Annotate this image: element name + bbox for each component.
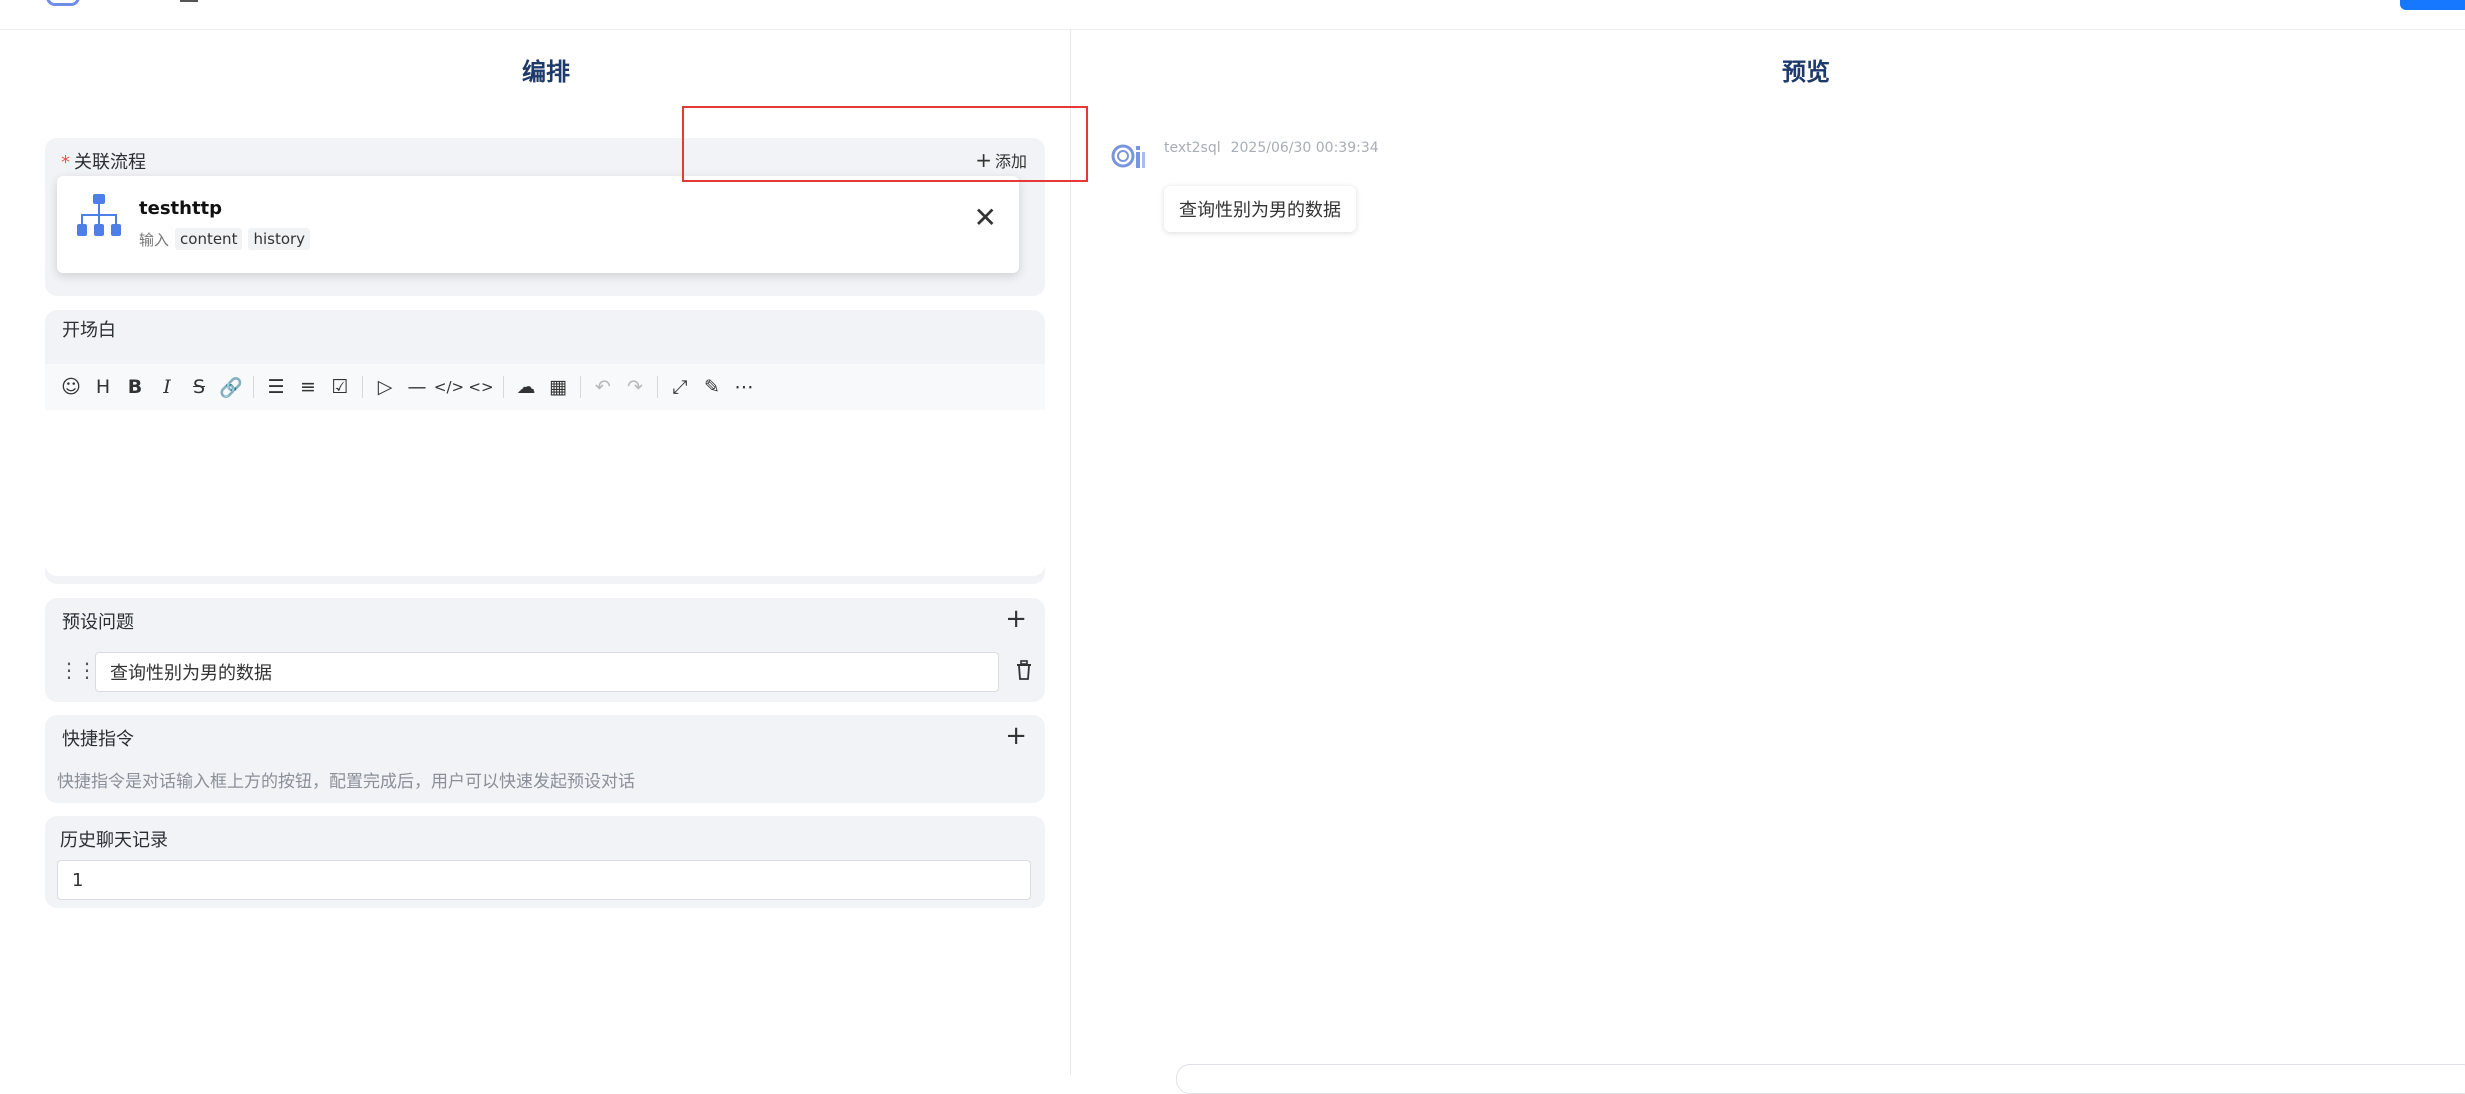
quote-icon[interactable]: ▷ xyxy=(369,371,401,403)
preset-questions-label: 预设问题 xyxy=(62,612,134,633)
opening-label: 开场白 xyxy=(62,320,116,341)
strikethrough-icon[interactable]: S xyxy=(183,371,215,403)
bot-avatar-icon xyxy=(1111,144,1145,168)
toolbar-divider xyxy=(253,376,254,398)
horizontal-rule-icon[interactable]: — xyxy=(401,371,433,403)
fullscreen-icon[interactable]: ⤢ xyxy=(664,371,696,403)
toolbar-divider xyxy=(580,376,581,398)
toolbar-divider xyxy=(657,376,658,398)
highlight-box xyxy=(682,106,1088,182)
inline-code-icon[interactable]: <> xyxy=(465,371,497,403)
bullet-list-icon[interactable]: ☰ xyxy=(260,371,292,403)
add-shortcut-plus-icon[interactable]: + xyxy=(1005,721,1027,751)
bot-name: text2sql xyxy=(1164,140,1221,156)
menu-icon[interactable] xyxy=(180,0,198,2)
shortcuts-card: 快捷指令 + 快捷指令是对话输入框上方的按钮，配置完成后，用户可以快速发起预设对… xyxy=(45,715,1045,803)
top-action-button[interactable] xyxy=(2400,0,2465,10)
more-icon[interactable]: ⋯ xyxy=(728,371,760,403)
opening-editor[interactable] xyxy=(45,410,1045,576)
delete-trash-icon[interactable] xyxy=(1015,660,1033,680)
edit-panel-title: 编排 xyxy=(522,58,570,86)
opening-card: 开场白 ☺ H B I S 🔗 ☰ ≡ ☑ ▷ — </> <> ☁ ▦ ↶ ↷… xyxy=(45,310,1045,584)
redo-icon[interactable]: ↷ xyxy=(619,371,651,403)
history-card: 历史聊天记录 xyxy=(45,816,1045,908)
toolbar-divider xyxy=(362,376,363,398)
checklist-icon[interactable]: ☑ xyxy=(324,371,356,403)
bold-icon[interactable]: B xyxy=(119,371,151,403)
edit-icon[interactable]: ✎ xyxy=(696,371,728,403)
heading-icon[interactable]: H xyxy=(87,371,119,403)
history-label: 历史聊天记录 xyxy=(60,830,168,851)
preset-question-input[interactable] xyxy=(95,652,999,692)
shortcuts-label: 快捷指令 xyxy=(62,729,134,750)
flow-input-tag: history xyxy=(248,228,311,250)
flow-inputs: 输入 content history xyxy=(139,228,311,250)
preset-question-row: ⋮⋮ xyxy=(45,652,1045,692)
ordered-list-icon[interactable]: ≡ xyxy=(292,371,324,403)
italic-icon[interactable]: I xyxy=(151,371,183,403)
toolbar-divider xyxy=(503,376,504,398)
flow-input-tag: content xyxy=(175,228,243,250)
flow-input-label: 输入 xyxy=(139,230,170,249)
preview-panel-title: 预览 xyxy=(1782,58,1830,86)
panel-divider xyxy=(1070,30,1071,1075)
link-icon[interactable]: 🔗 xyxy=(215,371,247,403)
chat-input[interactable] xyxy=(1176,1064,2465,1094)
editor-toolbar: ☺ H B I S 🔗 ☰ ≡ ☑ ▷ — </> <> ☁ ▦ ↶ ↷ ⤢ ✎… xyxy=(45,364,1045,410)
workflow-icon xyxy=(77,194,121,236)
flow-item[interactable]: testhttp 输入 content history ✕ xyxy=(57,176,1019,273)
code-icon[interactable]: </> xyxy=(433,371,465,403)
logo-icon xyxy=(46,0,80,6)
history-count-input[interactable] xyxy=(57,860,1031,900)
message-meta: text2sql 2025/06/30 00:39:34 xyxy=(1164,140,1389,156)
required-mark: * xyxy=(61,152,70,173)
emoji-icon[interactable]: ☺ xyxy=(55,371,87,403)
table-icon[interactable]: ▦ xyxy=(542,371,574,403)
preset-questions-card: 预设问题 + ⋮⋮ xyxy=(45,598,1045,702)
message-timestamp: 2025/06/30 00:39:34 xyxy=(1230,140,1379,156)
top-bar xyxy=(0,0,2465,30)
flow-name: testhttp xyxy=(139,198,223,219)
related-flow-label: * 关联流程 xyxy=(61,148,146,174)
add-question-plus-icon[interactable]: + xyxy=(1005,604,1027,634)
drag-handle-icon[interactable]: ⋮⋮ xyxy=(59,658,97,682)
preview-message-bubble[interactable]: 查询性别为男的数据 xyxy=(1164,186,1356,232)
related-flow-label-text: 关联流程 xyxy=(74,152,146,173)
undo-icon[interactable]: ↶ xyxy=(587,371,619,403)
upload-icon[interactable]: ☁ xyxy=(510,371,542,403)
shortcuts-hint: 快捷指令是对话输入框上方的按钮，配置完成后，用户可以快速发起预设对话 xyxy=(57,772,635,792)
remove-flow-close-icon[interactable]: ✕ xyxy=(974,204,997,232)
